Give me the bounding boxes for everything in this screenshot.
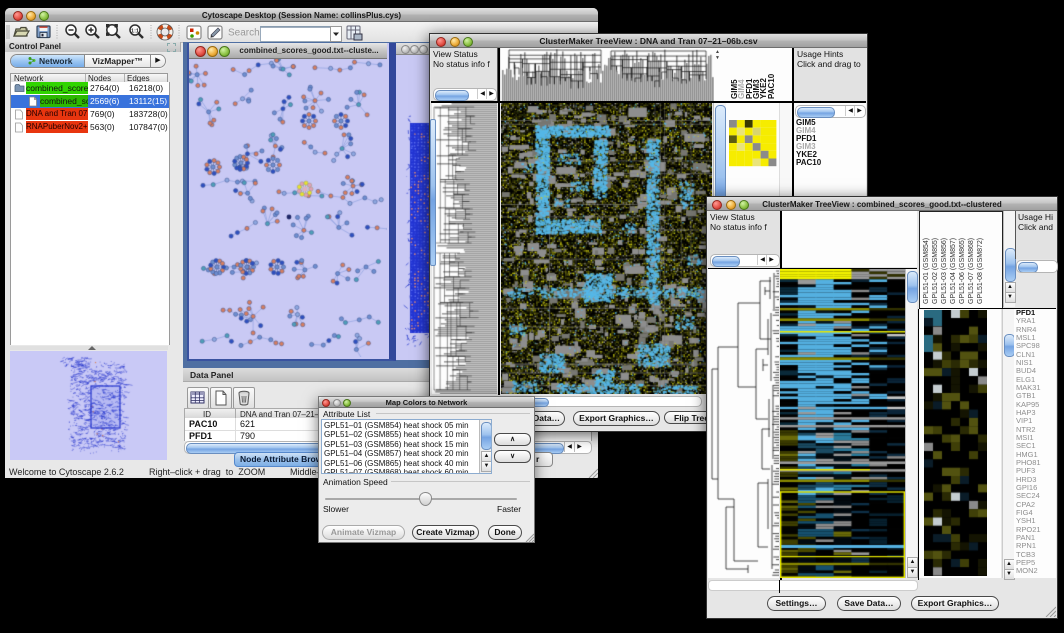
svg-text:Search:: Search: — [228, 28, 262, 39]
svg-text:1:1: 1:1 — [131, 28, 139, 34]
